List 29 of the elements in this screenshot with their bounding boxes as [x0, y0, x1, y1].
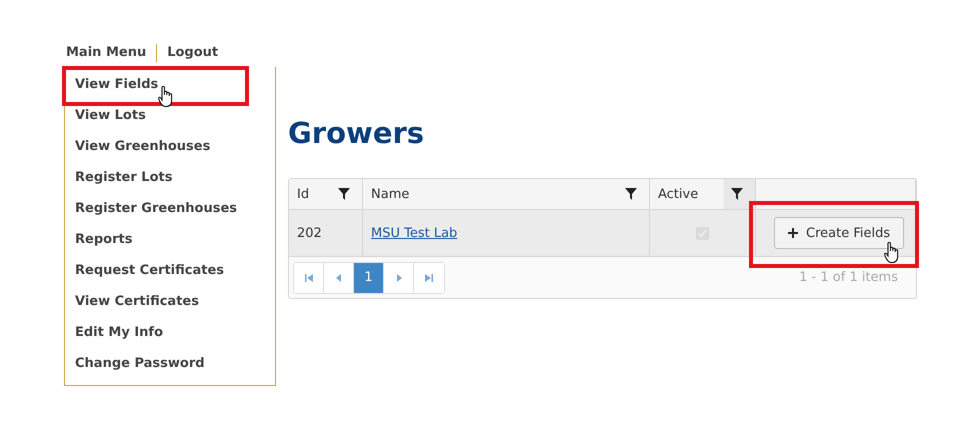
pager-info: 1 - 1 of 1 items — [799, 270, 898, 285]
first-page-button[interactable] — [294, 262, 324, 292]
filter-icon[interactable] — [625, 188, 637, 200]
create-fields-button[interactable]: Create Fields — [774, 217, 904, 249]
hand-cursor-icon — [158, 86, 174, 108]
column-header[interactable]: Id — [289, 179, 363, 209]
menu-item[interactable]: Register Greenhouses — [75, 197, 275, 228]
filter-icon[interactable] — [338, 188, 350, 200]
menu-item[interactable]: Register Lots — [75, 166, 275, 197]
nav-link[interactable]: Logout — [157, 44, 218, 62]
plus-icon — [788, 228, 798, 238]
menu-item[interactable]: Change Password — [75, 352, 275, 383]
last-page-icon — [425, 274, 433, 282]
menu-item[interactable]: View Lots — [75, 104, 275, 135]
filter-icon[interactable] — [731, 188, 743, 200]
previous-icon — [334, 274, 342, 282]
grower-link[interactable]: MSU Test Lab — [371, 226, 458, 240]
menu-item[interactable]: Request Certificates — [75, 259, 275, 290]
first-page-icon — [304, 274, 312, 282]
hand-cursor-icon — [884, 242, 900, 264]
menu-item[interactable]: Reports — [75, 228, 275, 259]
nav-link[interactable]: Main Menu — [65, 44, 158, 62]
table-cell: 202 — [289, 210, 363, 256]
page-button[interactable]: 1 — [354, 262, 384, 292]
page-title: Growers — [288, 116, 426, 150]
next-icon — [394, 274, 402, 282]
menu-item[interactable]: Edit My Info — [75, 321, 275, 352]
menu-item[interactable]: View Certificates — [75, 290, 275, 321]
menu-item[interactable]: View Greenhouses — [75, 135, 275, 166]
